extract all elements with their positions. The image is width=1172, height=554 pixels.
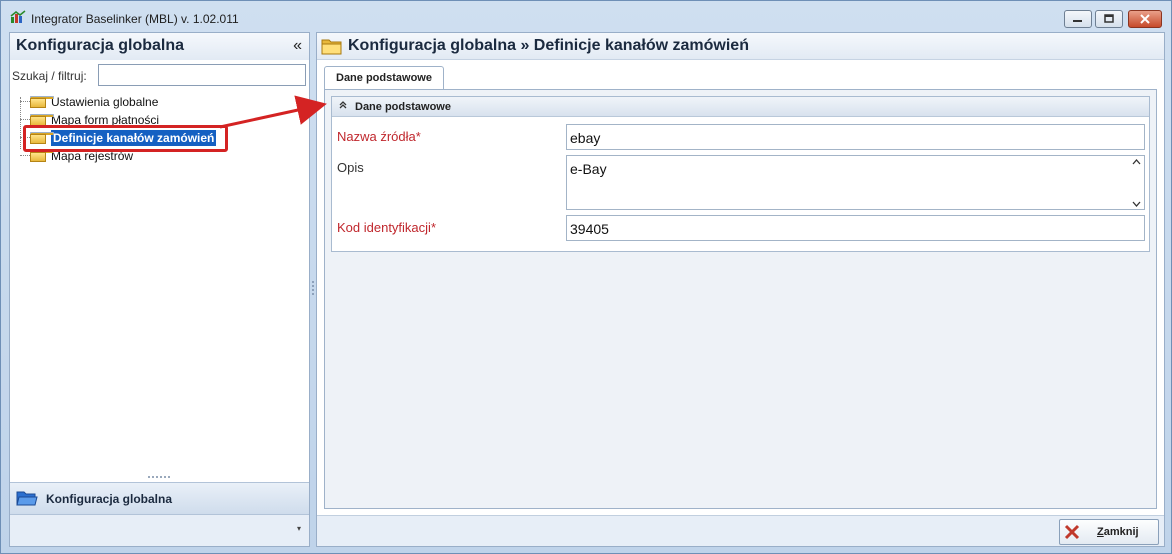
folder-icon bbox=[321, 39, 342, 55]
tree-branch-line bbox=[20, 101, 30, 102]
id-code-field[interactable]: 39405 bbox=[566, 215, 1145, 241]
collapse-chevron-icon bbox=[339, 101, 347, 109]
app-logo-icon bbox=[10, 10, 26, 23]
tab-panel: Dane podstawowe Nazwa źródła* ebay Opis … bbox=[324, 89, 1157, 509]
tree-branch-line bbox=[20, 119, 30, 120]
filter-input[interactable] bbox=[98, 64, 306, 86]
chevron-down-icon[interactable]: ▾ bbox=[297, 524, 301, 533]
content-panel: Konfiguracja globalna » Definicje kanałó… bbox=[316, 32, 1165, 547]
close-icon bbox=[1064, 524, 1080, 540]
description-label: Opis bbox=[337, 160, 364, 175]
title-bar[interactable]: Integrator Baselinker (MBL) v. 1.02.011 bbox=[1, 1, 1171, 31]
close-button[interactable]: Zamknij bbox=[1059, 519, 1159, 545]
restore-button[interactable] bbox=[1095, 10, 1123, 28]
source-name-field[interactable]: ebay bbox=[566, 124, 1145, 150]
navigation-title: Konfiguracja globalna bbox=[16, 37, 185, 54]
group-dane-podstawowe: Dane podstawowe Nazwa źródła* ebay Opis … bbox=[331, 96, 1150, 252]
description-field[interactable]: e-Bay bbox=[566, 155, 1145, 210]
annotation-highlight-box bbox=[23, 125, 228, 152]
minimize-icon bbox=[1073, 20, 1082, 22]
filter-label: Szukaj / filtruj: bbox=[12, 69, 87, 83]
description-scrollbar[interactable] bbox=[1129, 157, 1143, 209]
close-button-label: Zamknij bbox=[1097, 526, 1139, 538]
navigation-section-button[interactable]: Konfiguracja globalna bbox=[10, 482, 309, 515]
close-icon bbox=[1140, 14, 1150, 24]
tree-branch-line bbox=[20, 155, 30, 156]
app-window: Integrator Baselinker (MBL) v. 1.02.011 … bbox=[0, 0, 1172, 554]
navigation-header: Konfiguracja globalna « bbox=[10, 33, 309, 60]
group-header[interactable]: Dane podstawowe bbox=[332, 97, 1149, 117]
navigation-section-title: Konfiguracja globalna bbox=[46, 492, 173, 506]
group-title: Dane podstawowe bbox=[355, 101, 451, 113]
folder-icon bbox=[30, 95, 54, 108]
restore-icon bbox=[1104, 14, 1114, 23]
collapse-panel-button[interactable]: « bbox=[293, 37, 302, 55]
source-name-label: Nazwa źródła* bbox=[337, 129, 421, 144]
page-title: Konfiguracja globalna » Definicje kanałó… bbox=[348, 37, 749, 54]
content-footer: Zamknij bbox=[317, 515, 1164, 546]
id-code-label: Kod identyfikacji* bbox=[337, 220, 436, 235]
navigation-panel: Konfiguracja globalna « Szukaj / filtruj… bbox=[9, 32, 310, 547]
tree-item-label: Ustawienia globalne bbox=[51, 94, 159, 109]
horizontal-splitter[interactable] bbox=[148, 476, 170, 479]
tab-dane-podstawowe[interactable]: Dane podstawowe bbox=[324, 66, 444, 90]
content-header: Konfiguracja globalna » Definicje kanałó… bbox=[317, 33, 1164, 60]
scroll-up-icon[interactable] bbox=[1132, 159, 1141, 165]
tree-item-ustawienia-globalne[interactable]: Ustawienia globalne bbox=[18, 93, 288, 110]
description-value: e-Bay bbox=[570, 161, 607, 177]
scroll-down-icon[interactable] bbox=[1132, 201, 1141, 207]
tab-strip: Dane podstawowe bbox=[324, 66, 1157, 90]
open-folder-icon bbox=[16, 491, 38, 506]
navigation-footer: ▾ bbox=[10, 515, 309, 546]
close-window-button[interactable] bbox=[1128, 10, 1162, 28]
minimize-button[interactable] bbox=[1064, 10, 1092, 28]
window-title: Integrator Baselinker (MBL) v. 1.02.011 bbox=[31, 12, 239, 26]
folder-icon bbox=[30, 113, 54, 126]
